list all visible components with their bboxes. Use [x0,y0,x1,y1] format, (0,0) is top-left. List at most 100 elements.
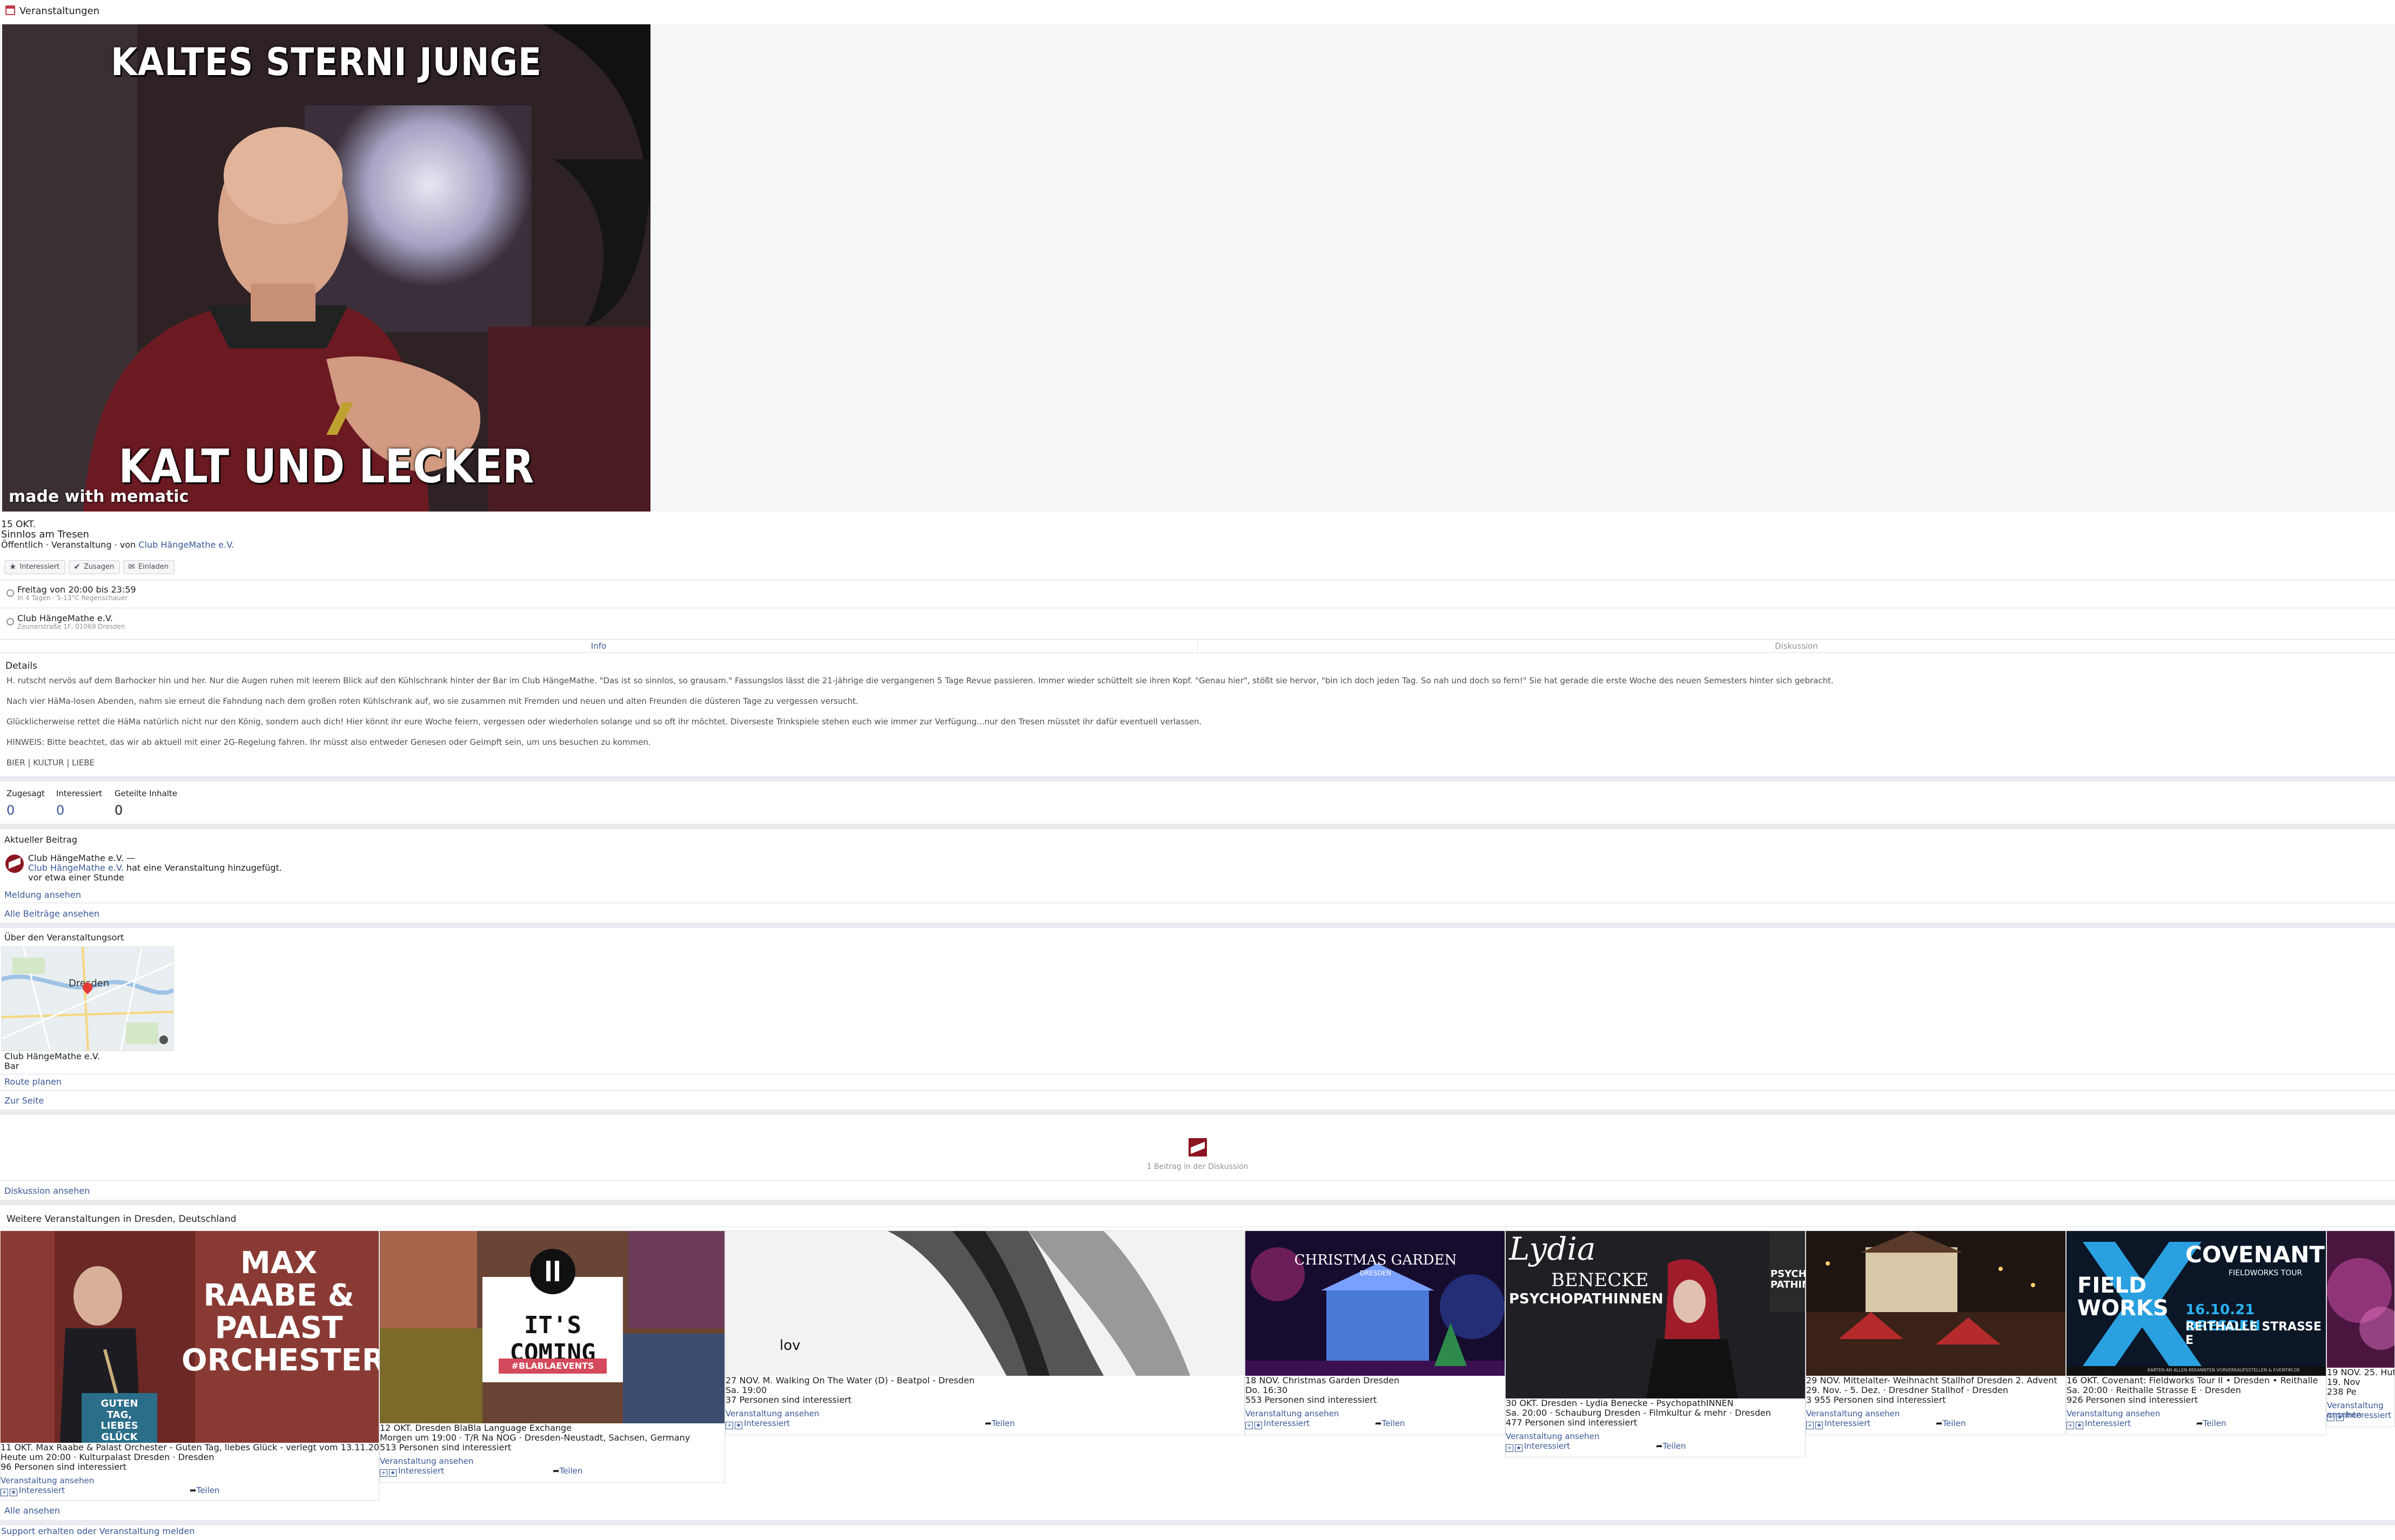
view-event-link[interactable]: Veranstaltung ansehen [1245,1409,1339,1418]
event-card-title[interactable]: 12 OKT. Dresden BlaBla Language Exchange [380,1423,572,1433]
event-card-art [1806,1231,2065,1376]
event-card-image-text: MAX RAABE & PALAST ORCHESTER [182,1246,379,1378]
interested-link[interactable]: Interessiert [2085,1418,2131,1428]
interested-count[interactable]: 0 [56,803,64,818]
share-action[interactable]: ➦Teilen [2196,1418,2226,1428]
interested-checkbox[interactable]: + [2327,1414,2334,1421]
going-count[interactable]: 0 [6,803,15,818]
view-event-link[interactable]: Veranstaltung ansehen [1806,1409,1900,1418]
event-card-count: 477 Personen sind interessiert [1506,1417,1638,1428]
share-link[interactable]: Teilen [1943,1418,1966,1428]
going-label: Zugesagt [6,789,45,798]
share-link[interactable]: Teilen [1663,1441,1686,1451]
venue-map[interactable]: Dresden [1,946,174,1051]
invite-button[interactable]: ✉ Einladen [123,560,175,574]
event-card[interactable]: MAX RAABE & PALAST ORCHESTER GUTEN TAG, … [0,1230,379,1501]
view-discussion-link[interactable]: Diskussion ansehen [4,1186,90,1196]
all-posts-link[interactable]: Alle Beiträge ansehen [4,909,99,919]
interested-checkbox[interactable]: + [1245,1422,1253,1429]
star-icon: ★ [1815,1422,1823,1429]
interested-link[interactable]: Interessiert [398,1466,444,1476]
tab-info[interactable]: Info [0,641,1197,653]
share-link[interactable]: Teilen [1382,1418,1405,1428]
event-card-title[interactable]: 18 NOV. Christmas Garden Dresden [1245,1376,1399,1386]
interested-checkbox[interactable]: + [726,1422,733,1429]
event-card[interactable]: lov 27 NOV. M. Walking On The Water (D) … [725,1230,1245,1435]
share-action[interactable]: ➦Teilen [985,1418,1015,1428]
interested-link[interactable]: Interessiert [744,1418,790,1428]
more-events-heading: Weitere Veranstaltungen in Dresden, Deut… [6,1214,237,1225]
share-action[interactable]: ➦Teilen [1936,1418,1966,1428]
interested-link[interactable]: Interessiert [2345,1410,2391,1420]
interested-link[interactable]: Interessiert [19,1485,65,1495]
interested-link[interactable]: Interessiert [1824,1418,1870,1428]
details-paragraph-3: Glücklicherweise rettet die HäMa natürli… [6,717,1202,727]
event-card-count: 926 Personen sind interessiert [2067,1395,2198,1405]
post-body: Club HängeMathe e.V. hat eine Veranstalt… [28,863,282,873]
interested-link[interactable]: Interessiert [1264,1418,1310,1428]
meme-watermark: made with mematic [9,487,189,506]
all-events-link[interactable]: Alle ansehen [4,1505,60,1516]
event-host-link[interactable]: Club HängeMathe e.V. [138,540,234,550]
event-card-title[interactable]: 19 NOV. 25. Hut [2327,1368,2394,1377]
view-event-link[interactable]: Veranstaltung ansehen [380,1456,473,1466]
view-event-link[interactable]: Veranstaltung ansehen [1506,1431,1599,1441]
going-button[interactable]: ✔ Zusagen [69,560,120,574]
interested-link[interactable]: Interessiert [1524,1441,1570,1451]
share-action[interactable]: ➦Teilen [553,1466,583,1476]
interested-checkbox[interactable]: + [1506,1444,1513,1452]
interested-checkbox[interactable]: + [380,1469,387,1477]
event-card-title[interactable]: 30 OKT. Dresden - Lydia Benecke - Psycho… [1506,1398,1734,1408]
event-card[interactable]: Lydia BENECKE PSYCHOPATHINNEN PSYCHO PAT… [1505,1230,1806,1457]
share-icon: ➦ [1375,1418,1382,1428]
event-card[interactable]: 29 NOV. Mittelalter- Weihnacht Stallhof … [1806,1230,2066,1435]
details-heading: Details [5,661,37,671]
interested-button[interactable]: ★ Interessiert [4,560,66,574]
event-card-image: Lydia BENECKE PSYCHOPATHINNEN PSYCHO PAT… [1506,1231,1805,1398]
view-post-link[interactable]: Meldung ansehen [4,890,81,900]
share-action[interactable]: ➦Teilen [1656,1441,1686,1451]
support-link[interactable]: Support erhalten oder Veranstaltung meld… [1,1526,194,1536]
event-card[interactable]: 19 NOV. 25. Hut 19. Nov 238 Pe Veranstal… [2326,1230,2395,1427]
event-card[interactable]: COVENANT FIELDWORKS TOUR 16.10.21 DRESDE… [2066,1230,2326,1435]
event-card-title[interactable]: 29 NOV. Mittelalter- Weihnacht Stallhof … [1806,1376,2057,1386]
share-link[interactable]: Teilen [197,1485,220,1495]
event-place-row[interactable]: Club HängeMathe e.V. Zeunerstraße 1F, 01… [6,613,125,631]
star-icon: ★ [10,1489,17,1496]
event-card-image-subtext-3: REITHALLE STRASSE E [2185,1320,2322,1348]
interested-checkbox[interactable]: + [1,1489,8,1496]
star-icon: ★ [735,1422,742,1429]
event-card-image: lov [726,1231,1244,1376]
event-card-actions: + ★ Interessiert [2327,1410,2391,1421]
event-card-image-subtext-2: PSYCHOPATHINNEN [1509,1291,1663,1307]
tab-discussion[interactable]: Diskussion [1198,641,2395,653]
view-event-link[interactable]: Veranstaltung ansehen [1,1476,94,1485]
event-weather: In 4 Tagen · 5-13°C Regenschauer [17,594,128,602]
share-link[interactable]: Teilen [992,1418,1015,1428]
event-card-image-side-text: PSYCHO PATHINNE [1770,1269,1805,1290]
venue-page-link[interactable]: Zur Seite [4,1095,44,1106]
share-action[interactable]: ➦Teilen [190,1485,220,1495]
recent-post-heading: Aktueller Beitrag [4,835,77,845]
event-card-title[interactable]: 27 NOV. M. Walking On The Water (D) - Be… [726,1376,975,1386]
interested-checkbox[interactable]: + [1806,1422,1814,1429]
view-event-link[interactable]: Veranstaltung ansehen [726,1409,819,1418]
venue-heading: Über den Veranstaltungsort [4,932,124,943]
cover-photo[interactable]: KALTES STERNI JUNGE KALT UND LECKER made… [2,24,650,512]
host-avatar[interactable] [5,855,24,873]
event-card[interactable]: IT'S COMING #BLABLAEVENTS 12 OKT. Dresde… [379,1230,725,1483]
event-card-title[interactable]: 16 OKT. Covenant: Fieldworks Tour II • D… [2067,1376,2318,1386]
share-link[interactable]: Teilen [560,1466,583,1476]
share-action[interactable]: ➦Teilen [1375,1418,1405,1428]
event-card-title[interactable]: 11 OKT. Max Raabe & Palast Orchester - G… [1,1443,379,1452]
interested-checkbox[interactable]: + [2067,1422,2074,1429]
route-link[interactable]: Route planen [4,1077,62,1087]
share-link[interactable]: Teilen [2203,1418,2226,1428]
invite-button-label: Einladen [138,562,169,571]
section-separator [0,1200,2395,1205]
view-event-link[interactable]: Veranstaltung ansehen [2067,1409,2160,1418]
event-time-row: Freitag von 20:00 bis 23:59 In 4 Tagen ·… [6,584,136,602]
share-icon: ➦ [190,1485,197,1495]
post-actor-link[interactable]: Club HängeMathe e.V. [28,863,124,873]
event-card[interactable]: CHRISTMAS GARDEN DRESDEN 18 NOV. Christm… [1245,1230,1505,1435]
